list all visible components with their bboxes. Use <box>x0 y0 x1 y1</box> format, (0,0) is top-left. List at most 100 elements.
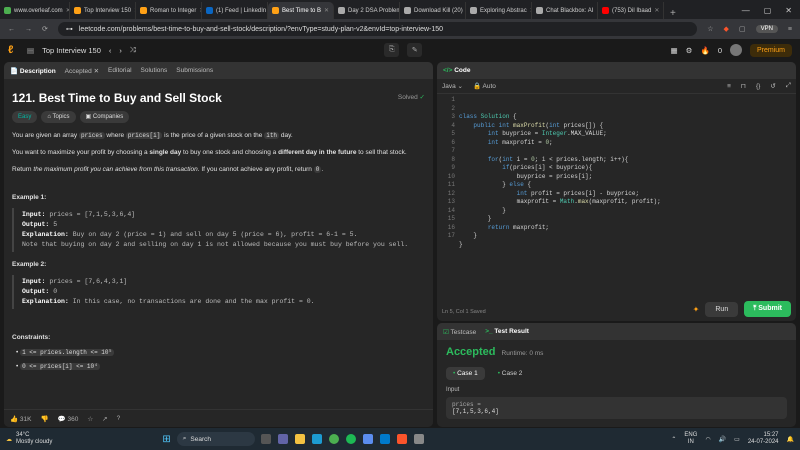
task-view-icon[interactable] <box>260 434 271 444</box>
layout-icon[interactable]: ▦ <box>671 46 678 55</box>
browser-tab[interactable]: Best Time to B ✕ <box>268 2 334 19</box>
browser-tab[interactable]: Day 2 DSA Problem✕ <box>334 2 400 19</box>
companies-button[interactable]: ▣ Companies <box>79 111 130 123</box>
streak-icon[interactable]: 🔥 <box>700 46 709 55</box>
submit-button[interactable]: ⤒ Submit <box>744 301 791 317</box>
brave-shield-icon[interactable]: ◆ <box>724 25 729 33</box>
browser-tab[interactable]: Chat Blackbox: AI✕ <box>532 2 598 19</box>
tab-description[interactable]: 📄 Description <box>10 67 56 75</box>
topics-button[interactable]: ⌂ Topics <box>41 111 76 123</box>
bookmark-icon[interactable]: ☆ <box>707 25 713 33</box>
language-select[interactable]: Java ⌄ <box>442 82 463 90</box>
edge-icon[interactable] <box>311 434 322 444</box>
tab-favicon-icon <box>206 7 213 14</box>
battery-icon[interactable]: ▭ <box>734 436 740 443</box>
file-explorer-icon[interactable] <box>294 434 305 444</box>
brave-icon[interactable] <box>396 434 407 444</box>
input-label: Input <box>446 387 460 393</box>
like-button[interactable]: 👍 31K <box>10 415 31 423</box>
problem-list-icon[interactable]: ▤ <box>27 46 34 55</box>
tab-solutions[interactable]: Solutions <box>141 67 168 74</box>
problem-list-title[interactable]: Top Interview 150 <box>42 46 101 55</box>
auto-mode-toggle[interactable]: 🔒 Auto <box>473 82 496 90</box>
tab-favicon-icon <box>74 7 81 14</box>
browser-tab[interactable]: Download Kill (20)✕ <box>400 2 466 19</box>
reset-icon[interactable]: ↺ <box>770 82 775 90</box>
browser-tab[interactable]: (753) Dil Ibaad ✕ <box>598 2 664 19</box>
chrome-icon[interactable] <box>328 434 339 444</box>
volume-icon[interactable]: 🔊 <box>719 436 726 443</box>
tab-accepted[interactable]: Accepted ✕ <box>65 67 99 75</box>
premium-button[interactable]: Premium <box>749 43 792 57</box>
browser-tab[interactable]: (1) Feed | LinkedIn✕ <box>202 2 268 19</box>
debug-button[interactable]: ⎘ <box>384 43 400 57</box>
language-indicator[interactable]: ENG IN <box>684 432 697 446</box>
fullscreen-icon[interactable]: ⤢ <box>786 82 791 90</box>
wifi-icon[interactable]: ◠ <box>705 436 710 443</box>
tab-favicon-icon <box>404 7 411 14</box>
taskbar-apps <box>260 434 424 444</box>
case-1-tab[interactable]: • Case 1 <box>446 367 485 380</box>
bookmark-code-icon[interactable]: ⊓ <box>741 82 746 90</box>
run-button[interactable]: Run <box>705 301 739 317</box>
settings-app-icon[interactable] <box>413 434 424 444</box>
settings-icon[interactable]: ⚙ <box>686 46 693 55</box>
notification-icon[interactable]: 🔔 <box>787 436 794 443</box>
tab-label: Exploring Abstrac <box>480 7 527 14</box>
weather-widget[interactable]: ☁ 34°C Mostly cloudy <box>6 432 52 446</box>
vpn-button[interactable]: VPN <box>755 25 778 33</box>
difficulty-badge[interactable]: Easy <box>12 111 38 123</box>
teams-icon[interactable] <box>277 434 288 444</box>
next-problem-icon[interactable]: › <box>119 46 122 55</box>
problem-title[interactable]: 121. Best Time to Buy and Sell Stock <box>12 92 222 104</box>
maximize-icon[interactable]: ▢ <box>764 6 772 15</box>
site-info-icon[interactable]: ⊶ <box>66 25 73 33</box>
extensions-icon[interactable]: ▢ <box>739 25 746 33</box>
back-icon[interactable]: ← <box>8 26 15 33</box>
format-icon[interactable]: ≡ <box>727 83 731 90</box>
tab-submissions[interactable]: Submissions <box>176 67 213 74</box>
help-icon[interactable]: ? <box>117 415 121 422</box>
braces-icon[interactable]: {} <box>756 83 760 90</box>
taskbar-search[interactable]: ⌕ Search <box>176 432 255 446</box>
leetcode-logo-icon[interactable]: ℓ <box>8 44 19 56</box>
ai-icon[interactable]: ✦ <box>693 305 700 314</box>
new-tab-button[interactable]: + <box>664 8 682 19</box>
browser-tab[interactable]: Roman to Integer✕ <box>136 2 202 19</box>
dislike-icon[interactable]: 👎 <box>40 415 48 423</box>
browser-tab[interactable]: Top Interview 150✕ <box>70 2 136 19</box>
shuffle-icon[interactable]: ⤨ <box>130 45 136 55</box>
url-field[interactable]: ⊶ leetcode.com/problems/best-time-to-buy… <box>57 22 698 36</box>
forward-icon[interactable]: → <box>25 26 32 33</box>
clock[interactable]: 15:27 24-07-2024 <box>748 432 779 446</box>
reload-icon[interactable]: ⟳ <box>42 25 48 33</box>
tray-chevron-icon[interactable]: ⌃ <box>671 436 676 443</box>
code-lines[interactable]: class Solution { public int maxProfit(in… <box>459 96 661 249</box>
avatar[interactable] <box>729 44 742 56</box>
prev-problem-icon[interactable]: ‹ <box>109 46 112 55</box>
menu-icon[interactable]: ≡ <box>788 26 792 33</box>
close-tab-icon[interactable]: ✕ <box>654 7 659 14</box>
start-icon[interactable]: ⊞ <box>162 434 170 445</box>
spotify-icon[interactable] <box>345 434 356 444</box>
tab-test-result[interactable]: >_ Test Result <box>485 328 529 335</box>
store-icon[interactable] <box>362 434 373 444</box>
minimize-icon[interactable]: — <box>742 6 750 15</box>
code-area[interactable]: 1 2 3 4 5 6 7 8 9 10 11 12 13 14 15 16 17 class Solution… <box>437 94 796 249</box>
close-window-icon[interactable]: ✕ <box>785 6 792 15</box>
tab-testcase[interactable]: ☑ Testcase <box>443 328 476 336</box>
vscode-icon[interactable] <box>379 434 390 444</box>
share-icon[interactable]: ↗ <box>102 415 107 423</box>
browser-tab[interactable]: www.overleaf.com✕ <box>0 2 70 19</box>
tab-code[interactable]: </> Code <box>443 67 470 74</box>
example-2-heading: Example 2: <box>12 261 47 268</box>
close-tab-icon[interactable]: ✕ <box>324 7 329 14</box>
input-box: prices = [7,1,5,3,6,4] <box>446 397 787 419</box>
comments-button[interactable]: 💬 360 <box>58 415 79 423</box>
search-icon: ⌕ <box>182 435 187 442</box>
favorite-icon[interactable]: ☆ <box>87 415 93 423</box>
tab-editorial[interactable]: Editorial <box>108 67 131 74</box>
case-2-tab[interactable]: • Case 2 <box>491 367 530 380</box>
notes-button[interactable]: ✎ <box>407 43 423 57</box>
browser-tab[interactable]: Exploring Abstrac✕ <box>466 2 532 19</box>
